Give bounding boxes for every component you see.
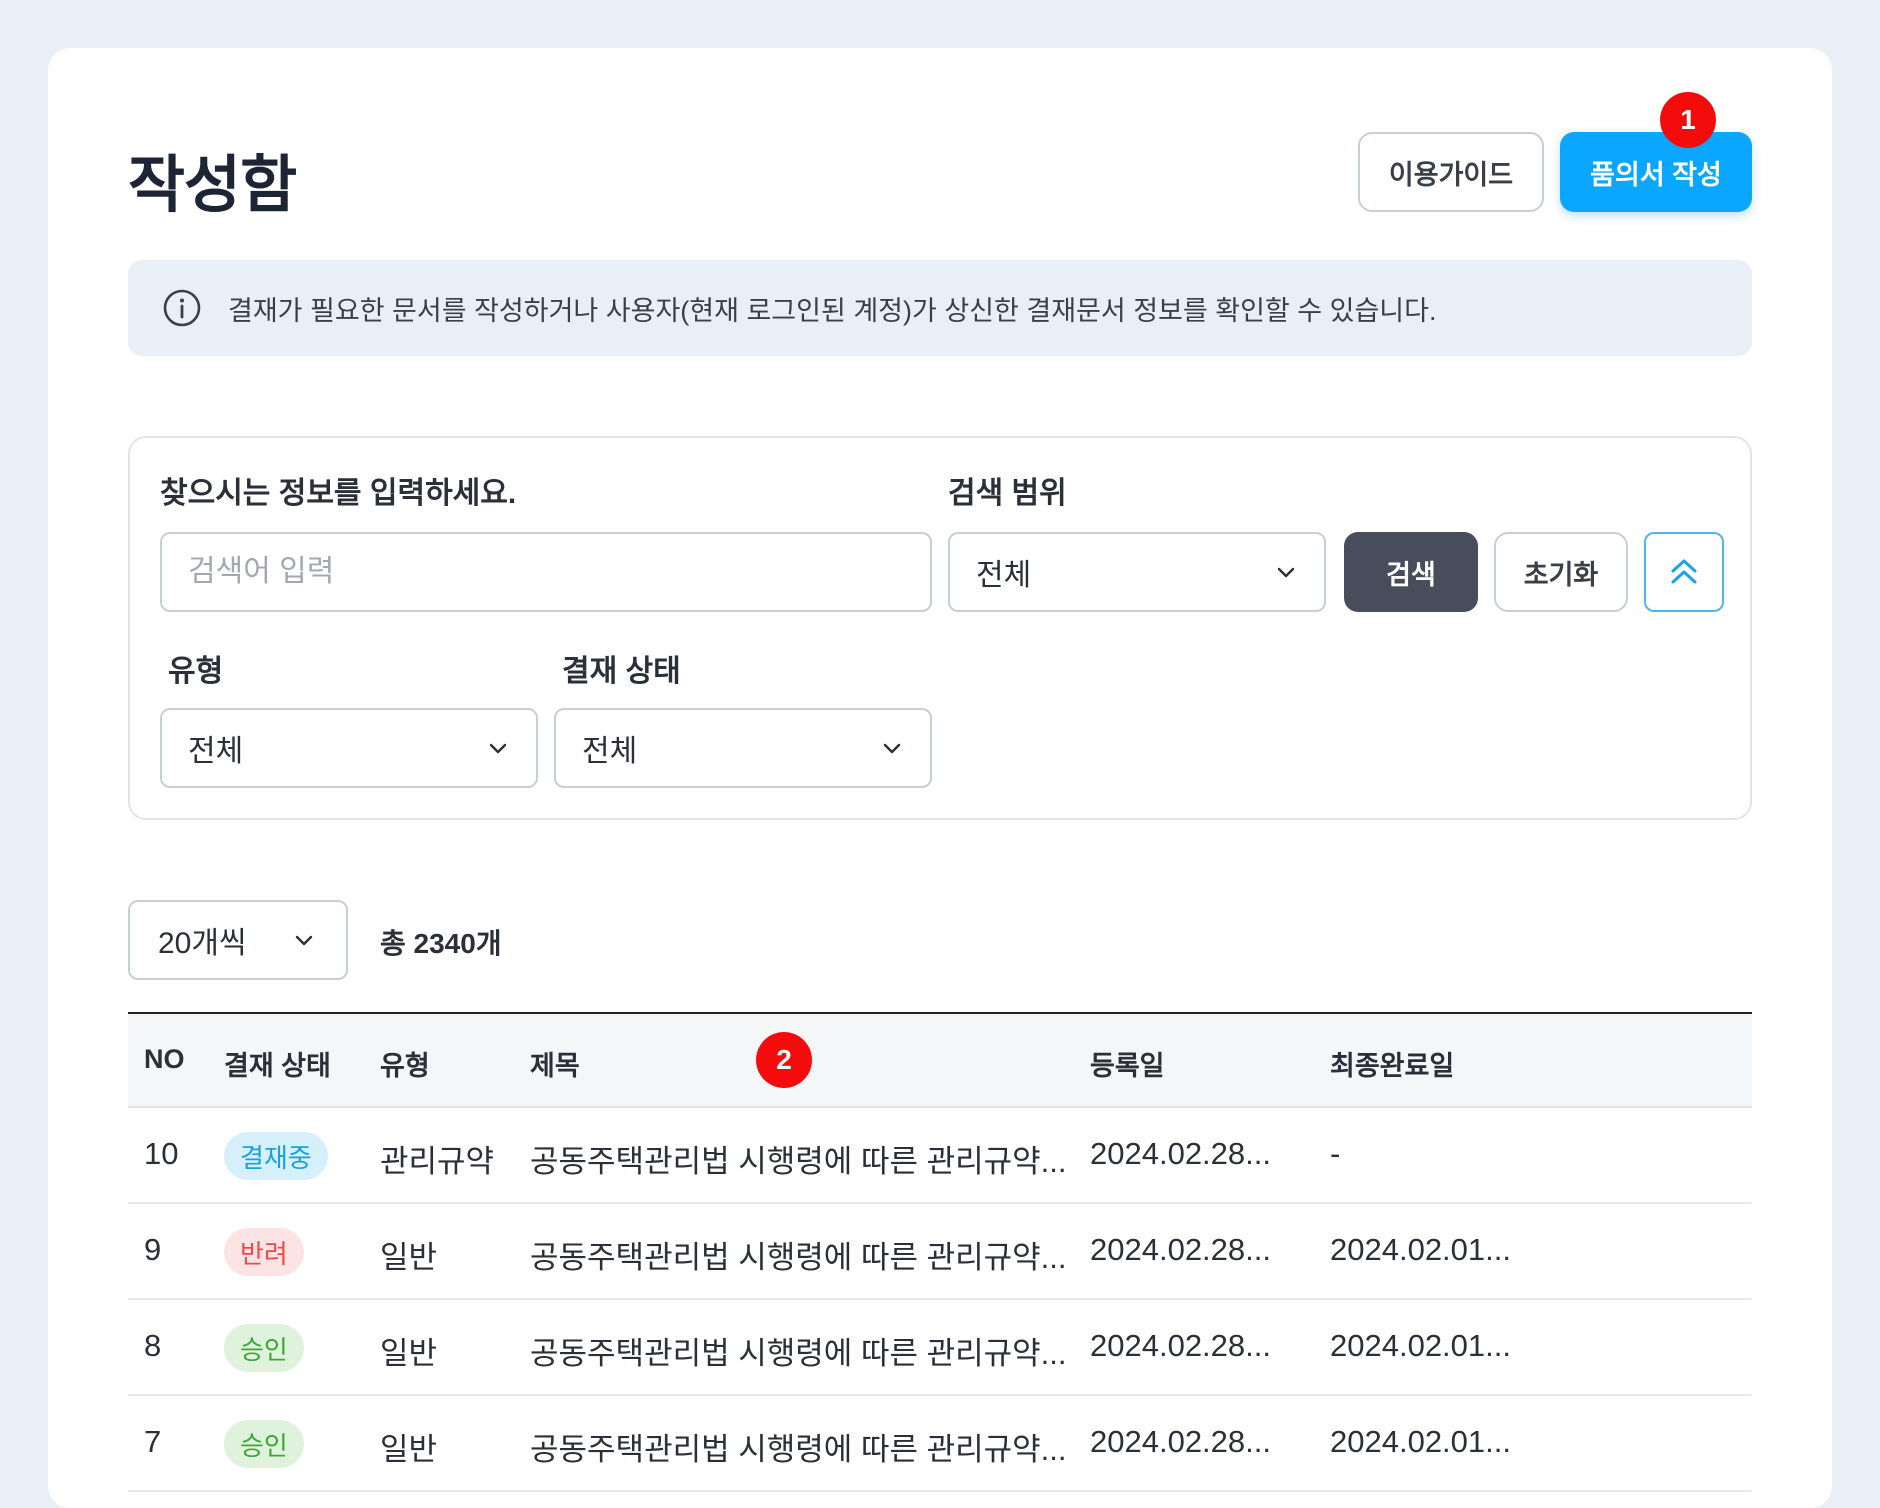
scope-select-value: 전체 bbox=[976, 559, 1032, 592]
column-completed[interactable]: 최종완료일 bbox=[1330, 1044, 1454, 1083]
table-row[interactable]: 10 결재중 관리규약 공동주택관리법 시행령에 따른 관리규약... 2024… bbox=[128, 1108, 1752, 1204]
step-marker-1: 1 bbox=[1660, 92, 1716, 148]
column-type[interactable]: 유형 bbox=[380, 1044, 430, 1083]
info-notice: 결재가 필요한 문서를 작성하거나 사용자(현재 로그인된 계정)가 상신한 결… bbox=[128, 260, 1752, 356]
step-marker-2: 2 bbox=[756, 1032, 812, 1088]
column-title[interactable]: 제목 bbox=[530, 1044, 580, 1083]
row-completed: 2024.02.01... bbox=[1330, 1424, 1511, 1459]
notice-text: 결재가 필요한 문서를 작성하거나 사용자(현재 로그인된 계정)가 상신한 결… bbox=[228, 295, 1437, 326]
keyword-field[interactable] bbox=[160, 532, 932, 612]
type-label: 유형 bbox=[168, 655, 224, 688]
row-no: 8 bbox=[144, 1328, 162, 1363]
row-title[interactable]: 공동주택관리법 시행령에 따른 관리규약... bbox=[530, 1136, 1067, 1181]
row-completed: - bbox=[1330, 1136, 1341, 1171]
chevron-down-icon bbox=[883, 743, 901, 754]
row-completed: 2024.02.01... bbox=[1330, 1328, 1511, 1363]
status-badge: 승인 bbox=[224, 1420, 304, 1468]
row-type: 일반 bbox=[380, 1432, 438, 1467]
row-registered: 2024.02.28... bbox=[1090, 1232, 1271, 1267]
page-title: 작성함 bbox=[128, 151, 297, 220]
column-registered[interactable]: 등록일 bbox=[1090, 1044, 1165, 1083]
collapse-filters-button[interactable] bbox=[1644, 532, 1724, 612]
chevron-down-icon bbox=[1277, 567, 1295, 578]
column-no[interactable]: NO bbox=[144, 1044, 185, 1075]
search-button[interactable]: 검색 bbox=[1344, 532, 1478, 612]
table-header: NO 결재 상태 유형 제목 등록일 최종완료일 bbox=[128, 1012, 1752, 1108]
guide-button[interactable]: 이용가이드 bbox=[1358, 132, 1544, 212]
row-no: 7 bbox=[144, 1424, 162, 1459]
total-count: 총 2340개 bbox=[380, 928, 502, 959]
row-no: 10 bbox=[144, 1136, 179, 1171]
status-badge: 결재중 bbox=[224, 1132, 328, 1180]
search-panel: 찾으시는 정보를 입력하세요. 검색 범위 전체 검색 초기화 유형 결재 상태… bbox=[128, 436, 1752, 820]
row-registered: 2024.02.28... bbox=[1090, 1136, 1271, 1171]
chevron-down-icon bbox=[295, 935, 313, 946]
row-type: 일반 bbox=[380, 1336, 438, 1371]
row-registered: 2024.02.28... bbox=[1090, 1424, 1271, 1459]
row-title[interactable]: 공동주택관리법 시행령에 따른 관리규약... bbox=[530, 1232, 1067, 1277]
double-chevron-up-icon bbox=[1671, 559, 1697, 584]
row-registered: 2024.02.28... bbox=[1090, 1328, 1271, 1363]
type-select-value: 전체 bbox=[188, 735, 244, 768]
row-completed: 2024.02.01... bbox=[1330, 1232, 1511, 1267]
scope-label: 검색 범위 bbox=[948, 477, 1067, 510]
keyword-label: 찾으시는 정보를 입력하세요. bbox=[160, 477, 517, 510]
type-select[interactable]: 전체 bbox=[160, 708, 538, 788]
column-status[interactable]: 결재 상태 bbox=[224, 1044, 331, 1083]
status-select[interactable]: 전체 bbox=[554, 708, 932, 788]
row-type: 일반 bbox=[380, 1240, 438, 1275]
row-title[interactable]: 공동주택관리법 시행령에 따른 관리규약... bbox=[530, 1328, 1067, 1373]
status-badge: 반려 bbox=[224, 1228, 304, 1276]
row-title[interactable]: 공동주택관리법 시행령에 따른 관리규약... bbox=[530, 1424, 1067, 1469]
row-no: 9 bbox=[144, 1232, 162, 1267]
table-row[interactable]: 9 반려 일반 공동주택관리법 시행령에 따른 관리규약... 2024.02.… bbox=[128, 1204, 1752, 1300]
status-label: 결재 상태 bbox=[562, 655, 681, 688]
info-icon bbox=[163, 289, 201, 327]
document-table: NO 결재 상태 유형 제목 등록일 최종완료일 10 결재중 관리규약 공동주… bbox=[128, 1012, 1752, 1492]
page-size-value: 20개씩 bbox=[158, 927, 247, 960]
status-badge: 승인 bbox=[224, 1324, 304, 1372]
page-size-select[interactable]: 20개씩 bbox=[128, 900, 348, 980]
table-row[interactable]: 7 승인 일반 공동주택관리법 시행령에 따른 관리규약... 2024.02.… bbox=[128, 1396, 1752, 1492]
scope-select[interactable]: 전체 bbox=[948, 532, 1326, 612]
search-input[interactable] bbox=[188, 555, 904, 589]
status-select-value: 전체 bbox=[582, 735, 638, 768]
content-card: 작성함 이용가이드 품의서 작성 1 결재가 필요한 문서를 작성하거나 사용자… bbox=[48, 48, 1832, 1508]
chevron-down-icon bbox=[489, 743, 507, 754]
reset-button[interactable]: 초기화 bbox=[1494, 532, 1628, 612]
table-row[interactable]: 8 승인 일반 공동주택관리법 시행령에 따른 관리규약... 2024.02.… bbox=[128, 1300, 1752, 1396]
create-proposal-button[interactable]: 품의서 작성 bbox=[1560, 132, 1752, 212]
row-type: 관리규약 bbox=[380, 1144, 495, 1179]
